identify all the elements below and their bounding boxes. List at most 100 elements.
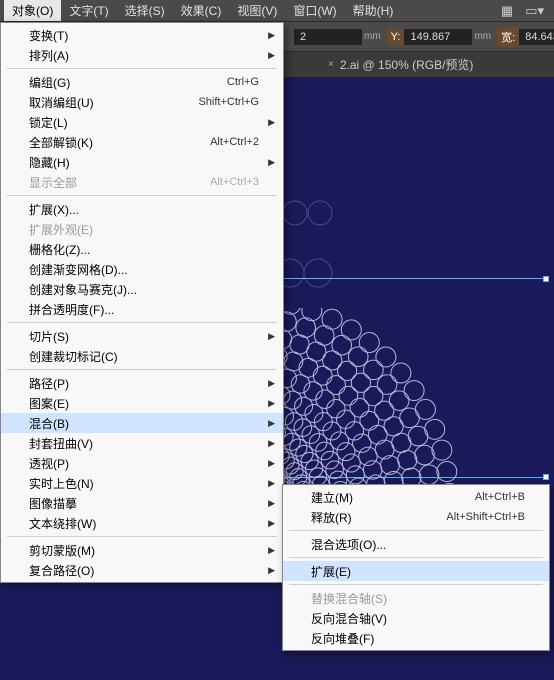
menu-separator [7,369,277,370]
object-menu-item-3[interactable]: 编组(G)Ctrl+G [1,72,283,92]
menu-view[interactable]: 视图(V) [229,0,285,21]
document-tab[interactable]: × 2.ai @ 150% (RGB/预览) [318,52,483,77]
menu-label: 拼合透明度(F)... [29,301,259,318]
x-value[interactable]: 2 [294,29,362,45]
submenu-arrow-icon: ▶ [268,30,275,41]
object-menu-item-11: 扩展外观(E) [1,219,283,239]
menu-label: 反向堆叠(F) [311,630,525,647]
grid-icon[interactable]: ▦ [495,3,519,19]
menubar: 对象(O) 文字(T) 选择(S) 效果(C) 视图(V) 窗口(W) 帮助(H… [0,0,554,22]
menu-label: 图案(E) [29,395,259,412]
object-menu-item-30[interactable]: 复合路径(O)▶ [1,560,283,580]
menu-label: 隐藏(H) [29,154,259,171]
menu-shortcut: Alt+Shift+Ctrl+B [446,511,525,523]
menu-shortcut: Alt+Ctrl+3 [210,176,259,188]
object-menu-item-6[interactable]: 全部解锁(K)Alt+Ctrl+2 [1,132,283,152]
close-icon[interactable]: × [328,59,334,70]
menu-separator [7,536,277,537]
object-menu-item-27[interactable]: 文本绕排(W) ▶ [1,513,283,533]
menu-shortcut: Shift+Ctrl+G [198,96,259,108]
x-unit: mm [364,31,381,42]
menu-label: 扩展外观(E) [29,221,259,238]
menu-label: 取消编组(U) [29,94,198,111]
y-unit: mm [474,31,491,42]
submenu-arrow-icon: ▶ [268,498,275,509]
object-menu: 变换(T)▶排列(A)▶编组(G)Ctrl+G取消编组(U)Shift+Ctrl… [0,22,284,583]
layout-icon[interactable]: ▭▾ [519,3,550,19]
object-menu-item-29[interactable]: 剪切蒙版(M)▶ [1,540,283,560]
object-menu-item-4[interactable]: 取消编组(U)Shift+Ctrl+G [1,92,283,112]
object-menu-item-17[interactable]: 切片(S)▶ [1,326,283,346]
menu-separator [7,68,277,69]
object-menu-item-12[interactable]: 栅格化(Z)... [1,239,283,259]
object-menu-item-21[interactable]: 图案(E)▶ [1,393,283,413]
menu-label: 实时上色(N) [29,475,259,492]
menu-label: 建立(M) [311,489,475,506]
blend-submenu-item-7: 替换混合轴(S) [283,588,549,608]
w-value[interactable]: 84.643 [519,29,554,45]
menu-label: 复合路径(O) [29,562,259,579]
y-value[interactable]: 149.867 [404,29,472,45]
tab-title: 2.ai @ 150% (RGB/预览) [340,56,474,73]
menu-label: 栅格化(Z)... [29,241,259,258]
object-menu-item-24[interactable]: 透视(P) ▶ [1,453,283,473]
blend-submenu: 建立(M)Alt+Ctrl+B释放(R)Alt+Shift+Ctrl+B混合选项… [282,484,550,651]
blend-submenu-item-5[interactable]: 扩展(E) [283,561,549,581]
menu-label: 释放(R) [311,509,446,526]
menu-select[interactable]: 选择(S) [117,0,173,21]
object-menu-item-8: 显示全部Alt+Ctrl+3 [1,172,283,192]
object-menu-item-7[interactable]: 隐藏(H) ▶ [1,152,283,172]
object-menu-item-18[interactable]: 创建裁切标记(C) [1,346,283,366]
menu-window[interactable]: 窗口(W) [285,0,344,21]
submenu-arrow-icon: ▶ [268,458,275,469]
handle-tr[interactable] [543,276,549,282]
menu-help[interactable]: 帮助(H) [345,0,402,21]
menu-label: 锁定(L) [29,114,259,131]
menu-shortcut: Alt+Ctrl+2 [210,136,259,148]
menu-label: 混合(B) [29,415,259,432]
object-menu-item-22[interactable]: 混合(B)▶ [1,413,283,433]
object-menu-item-1[interactable]: 排列(A)▶ [1,45,283,65]
blend-submenu-item-1[interactable]: 释放(R)Alt+Shift+Ctrl+B [283,507,549,527]
menu-label: 切片(S) [29,328,259,345]
menu-label: 扩展(E) [311,563,525,580]
menu-effect[interactable]: 效果(C) [173,0,230,21]
blend-submenu-item-3[interactable]: 混合选项(O)... [283,534,549,554]
menu-shortcut: Alt+Ctrl+B [475,491,525,503]
object-menu-item-0[interactable]: 变换(T) ▶ [1,25,283,45]
menu-label: 路径(P) [29,375,259,392]
blend-submenu-item-0[interactable]: 建立(M)Alt+Ctrl+B [283,487,549,507]
submenu-arrow-icon: ▶ [268,50,275,61]
menu-label: 封套扭曲(V) [29,435,259,452]
object-menu-item-26[interactable]: 图像描摹 ▶ [1,493,283,513]
object-menu-item-13[interactable]: 创建渐变网格(D)... [1,259,283,279]
menu-label: 混合选项(O)... [311,536,525,553]
object-menu-item-14[interactable]: 创建对象马赛克(J)... [1,279,283,299]
menu-object[interactable]: 对象(O) [4,0,61,21]
menu-label: 反向混合轴(V) [311,610,525,627]
blend-submenu-item-9[interactable]: 反向堆叠(F) [283,628,549,648]
menu-label: 变换(T) [29,27,259,44]
menu-label: 替换混合轴(S) [311,590,525,607]
object-menu-item-5[interactable]: 锁定(L)▶ [1,112,283,132]
submenu-arrow-icon: ▶ [268,438,275,449]
menu-text[interactable]: 文字(T) [61,0,116,21]
submenu-arrow-icon: ▶ [268,378,275,389]
object-menu-item-15[interactable]: 拼合透明度(F)... [1,299,283,319]
menu-label: 图像描摹 [29,495,259,512]
object-menu-item-20[interactable]: 路径(P) ▶ [1,373,283,393]
menu-separator [7,322,277,323]
menu-label: 创建对象马赛克(J)... [29,281,259,298]
blend-submenu-item-8[interactable]: 反向混合轴(V) [283,608,549,628]
object-menu-item-25[interactable]: 实时上色(N)▶ [1,473,283,493]
menu-label: 透视(P) [29,455,259,472]
submenu-arrow-icon: ▶ [268,157,275,168]
object-menu-item-10[interactable]: 扩展(X)... [1,199,283,219]
menu-label: 全部解锁(K) [29,134,210,151]
menu-label: 剪切蒙版(M) [29,542,259,559]
submenu-arrow-icon: ▶ [268,518,275,529]
menu-label: 显示全部 [29,174,210,191]
object-menu-item-23[interactable]: 封套扭曲(V) ▶ [1,433,283,453]
menu-label: 创建渐变网格(D)... [29,261,259,278]
menu-label: 文本绕排(W) [29,515,259,532]
